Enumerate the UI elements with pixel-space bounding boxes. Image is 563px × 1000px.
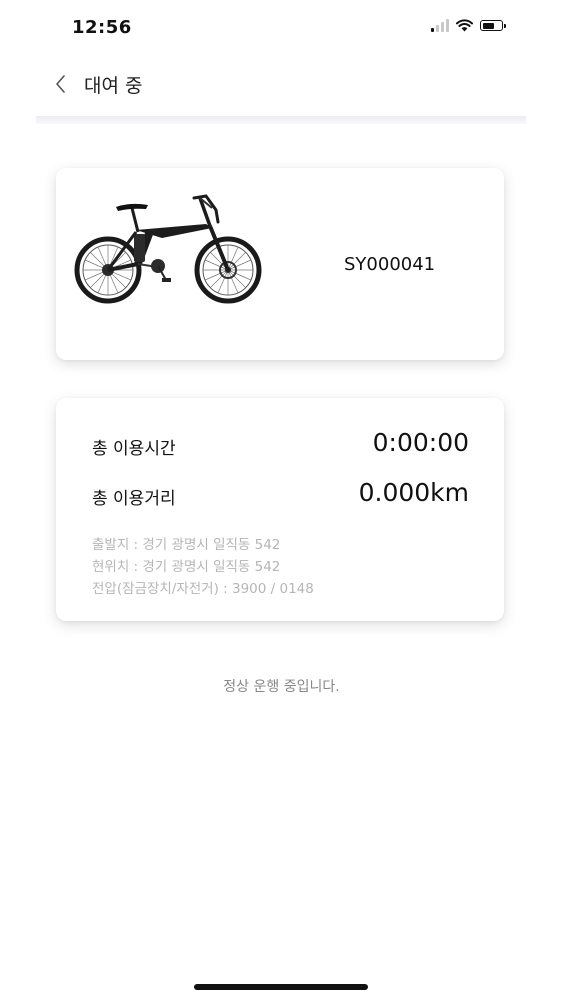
nav-bar: 대여 중 [0,54,563,116]
page-title: 대여 중 [84,75,143,97]
voltage-info: 전압(잠금장치/자전거) : 3900 / 0148 [92,581,314,597]
wifi-icon [456,19,473,32]
battery-icon [480,20,506,31]
current-location: 현위치 : 경기 광명시 일직동 542 [92,559,281,575]
departure-location: 출발지 : 경기 광명시 일직동 542 [92,537,281,553]
status-icons [431,19,506,32]
status-bar: 12:56 [0,0,563,54]
total-distance-label: 총 이용거리 [92,489,176,509]
bike-card: SY000041 [56,168,504,360]
header-divider [36,116,526,124]
total-time-row: 총 이용시간 0:00:00 [92,428,469,464]
total-distance-value: 0.000km [358,478,469,507]
status-time: 12:56 [72,17,132,38]
bike-image [74,194,262,304]
status-message: 정상 운행 중입니다. [223,679,340,695]
total-time-label: 총 이용시간 [92,439,176,459]
usage-card: 총 이용시간 0:00:00 총 이용거리 0.000km 출발지 : 경기 광… [56,398,504,621]
chevron-left-icon [56,75,65,93]
home-indicator[interactable] [194,984,368,990]
back-button[interactable] [48,70,76,98]
bike-id: SY000041 [344,254,436,275]
total-distance-row: 총 이용거리 0.000km [92,478,469,514]
cellular-signal-icon [431,19,449,32]
total-time-value: 0:00:00 [372,428,469,457]
